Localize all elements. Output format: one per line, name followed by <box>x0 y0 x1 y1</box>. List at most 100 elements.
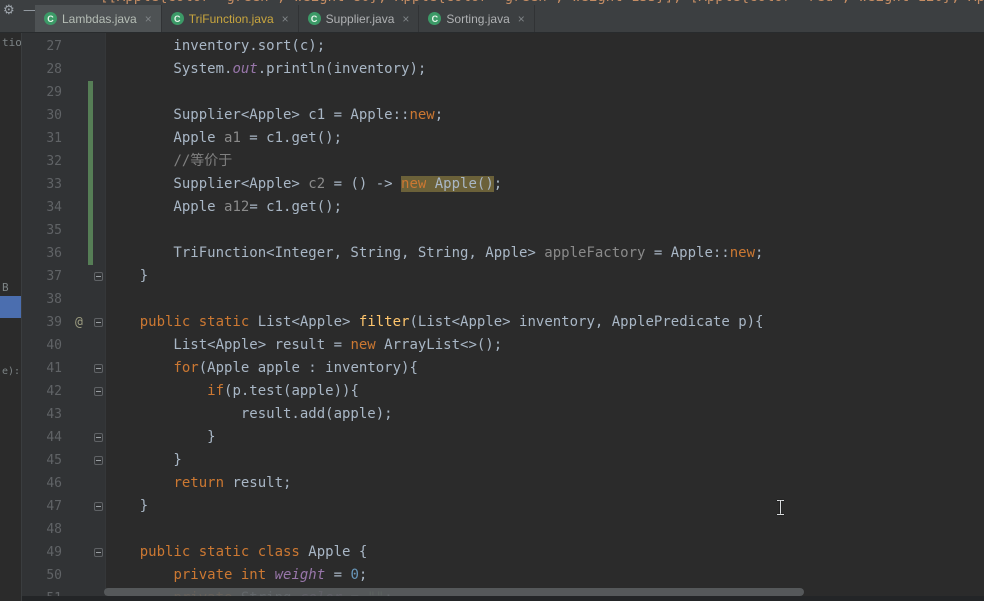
code-line: 40 List<Apple> result = new ArrayList<>(… <box>22 334 984 357</box>
fold-icon[interactable] <box>94 456 103 465</box>
code-text[interactable]: private int weight = 0; <box>106 564 984 587</box>
line-number[interactable]: 32 <box>22 150 70 173</box>
code-editor[interactable]: 27 inventory.sort(c); 28 System.out.print… <box>22 33 984 601</box>
code-text[interactable]: public static class Apple { <box>106 541 984 564</box>
code-text[interactable]: } <box>106 449 984 472</box>
line-number[interactable]: 33 <box>22 173 70 196</box>
code-text[interactable]: } <box>106 265 984 288</box>
code-text[interactable]: if(p.test(apple)){ <box>106 380 984 403</box>
code-text[interactable]: for(Apple apple : inventory){ <box>106 357 984 380</box>
horizontal-scrollbar-thumb[interactable] <box>104 588 804 596</box>
line-number[interactable]: 49 <box>22 541 70 564</box>
line-number[interactable]: 50 <box>22 564 70 587</box>
fold-icon[interactable] <box>94 502 103 511</box>
gutter-icons <box>70 449 106 472</box>
tab-close-icon[interactable]: × <box>402 12 409 26</box>
code-line: 49 public static class Apple { <box>22 541 984 564</box>
code-line: 39 @ public static List<Apple> filter(Lis… <box>22 311 984 334</box>
fold-icon[interactable] <box>94 272 103 281</box>
line-number[interactable]: 43 <box>22 403 70 426</box>
line-number[interactable]: 29 <box>22 81 70 104</box>
line-number[interactable]: 48 <box>22 518 70 541</box>
code-text[interactable]: //等价于 <box>106 150 984 173</box>
code-text[interactable]: } <box>106 426 984 449</box>
code-segment: TriFunction<Integer, String, String, App… <box>106 245 545 261</box>
code-segment: ; <box>358 567 368 583</box>
code-line: 38 <box>22 288 984 311</box>
fold-icon[interactable] <box>94 318 103 327</box>
tab-label: Supplier.java <box>325 11 395 26</box>
code-text[interactable]: TriFunction<Integer, String, String, App… <box>106 242 984 265</box>
line-number[interactable]: 42 <box>22 380 70 403</box>
tab-Supplier.java[interactable]: C Supplier.java × <box>299 5 420 32</box>
line-number[interactable]: 41 <box>22 357 70 380</box>
line-number[interactable]: 44 <box>22 426 70 449</box>
code-text[interactable]: Supplier<Apple> c1 = Apple::new; <box>106 104 984 127</box>
code-text[interactable]: return result; <box>106 472 984 495</box>
fold-icon[interactable] <box>94 364 103 373</box>
editor-tab-bar-strip: ⚙ — C Lambdas.java × C TriFunction.java × C Supp… <box>0 0 984 33</box>
line-number[interactable]: 39 <box>22 311 70 334</box>
tab-close-icon[interactable]: × <box>518 12 525 26</box>
tab-TriFunction.java[interactable]: C TriFunction.java × <box>162 5 299 32</box>
line-number[interactable]: 30 <box>22 104 70 127</box>
line-number[interactable]: 46 <box>22 472 70 495</box>
code-text[interactable]: public static List<Apple> filter(List<Ap… <box>106 311 984 334</box>
code-segment: c2 <box>308 176 326 192</box>
code-segment: = () -> <box>325 176 402 192</box>
code-segment: .println(inventory); <box>257 61 427 77</box>
line-number[interactable]: 38 <box>22 288 70 311</box>
code-text[interactable]: } <box>106 495 984 518</box>
line-number[interactable]: 31 <box>22 127 70 150</box>
code-line: 35 <box>22 219 984 242</box>
code-segment: return <box>173 475 225 491</box>
code-line: 47 } <box>22 495 984 518</box>
code-text[interactable]: Supplier<Apple> c2 = () -> new Apple(); <box>106 173 984 196</box>
horizontal-scrollbar[interactable] <box>22 588 984 596</box>
code-text[interactable] <box>106 81 984 104</box>
tab-Lambdas.java[interactable]: C Lambdas.java × <box>35 5 162 32</box>
fold-icon[interactable] <box>94 548 103 557</box>
code-segment: //等价于 <box>173 153 233 169</box>
settings-gear-icon[interactable]: ⚙ <box>3 3 15 16</box>
line-number[interactable]: 37 <box>22 265 70 288</box>
code-text[interactable]: System.out.println(inventory); <box>106 58 984 81</box>
line-number[interactable]: 27 <box>22 35 70 58</box>
code-text[interactable] <box>106 219 984 242</box>
java-class-icon: C <box>170 12 184 25</box>
line-number[interactable]: 28 <box>22 58 70 81</box>
code-line: 42 if(p.test(apple)){ <box>22 380 984 403</box>
line-number[interactable]: 45 <box>22 449 70 472</box>
code-line: 43 result.add(apple); <box>22 403 984 426</box>
code-line: 44 } <box>22 426 984 449</box>
code-segment: } <box>106 452 182 468</box>
gutter-icons <box>70 380 106 403</box>
code-text[interactable]: result.add(apple); <box>106 403 984 426</box>
code-segment: new <box>409 107 435 123</box>
code-text[interactable]: inventory.sort(c); <box>106 35 984 58</box>
code-text[interactable] <box>106 518 984 541</box>
code-text[interactable]: Apple a12= c1.get(); <box>106 196 984 219</box>
code-segment: a12 <box>224 199 250 215</box>
highlighted-code-segment: new <box>401 176 427 192</box>
line-number[interactable]: 47 <box>22 495 70 518</box>
line-number[interactable]: 34 <box>22 196 70 219</box>
tab-Sorting.java[interactable]: C Sorting.java × <box>419 5 535 32</box>
code-segment: } <box>106 268 149 284</box>
tab-close-icon[interactable]: × <box>282 12 289 26</box>
code-text[interactable]: Apple a1 = c1.get(); <box>106 127 984 150</box>
tab-label: TriFunction.java <box>188 11 274 26</box>
tab-close-icon[interactable]: × <box>145 12 152 26</box>
code-line: 31 Apple a1 = c1.get(); <box>22 127 984 150</box>
code-text[interactable]: List<Apple> result = new ArrayList<>(); <box>106 334 984 357</box>
panel-text-fragment: tion <box>2 36 22 49</box>
line-number[interactable]: 36 <box>22 242 70 265</box>
fold-icon[interactable] <box>94 433 103 442</box>
code-line: 46 return result; <box>22 472 984 495</box>
fold-icon[interactable] <box>94 387 103 396</box>
line-number[interactable]: 40 <box>22 334 70 357</box>
code-text[interactable] <box>106 288 984 311</box>
line-number[interactable]: 35 <box>22 219 70 242</box>
annotation-icon[interactable]: @ <box>75 311 83 334</box>
left-panel-selected-item[interactable] <box>0 296 21 318</box>
